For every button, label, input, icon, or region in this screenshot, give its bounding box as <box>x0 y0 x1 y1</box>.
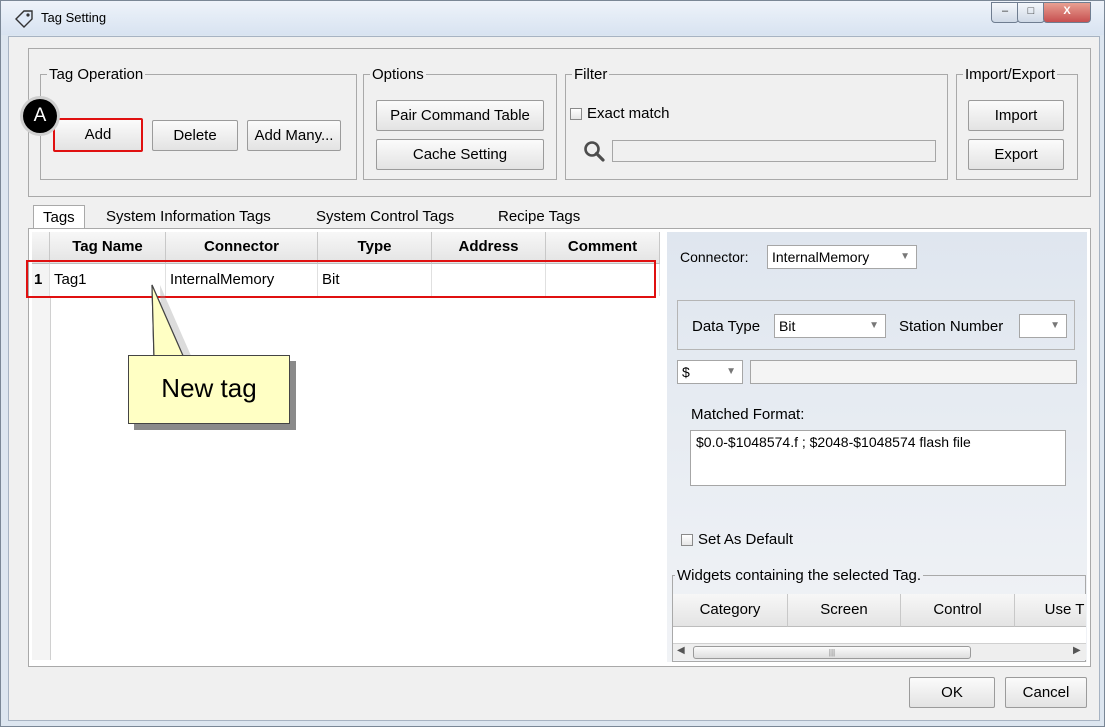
data-type-select[interactable]: Bit ▼ <box>774 314 886 338</box>
window-title: Tag Setting <box>41 10 107 25</box>
ok-button[interactable]: OK <box>909 677 995 708</box>
station-number-select[interactable]: ▼ <box>1019 314 1067 338</box>
search-icon <box>584 141 605 162</box>
exact-match-label: Exact match <box>587 105 670 122</box>
chevron-down-icon: ▼ <box>900 251 910 262</box>
widgets-table-body <box>673 627 1086 643</box>
tag-icon <box>15 10 33 28</box>
matched-format-label: Matched Format: <box>691 406 805 423</box>
address-input[interactable] <box>750 360 1077 384</box>
connector-select[interactable]: InternalMemory ▼ <box>767 245 917 269</box>
import-export-legend: Import/Export <box>965 66 1056 83</box>
widgets-column-control[interactable]: Control <box>901 594 1015 627</box>
tag-operation-legend: Tag Operation <box>49 66 144 83</box>
exact-match-checkbox[interactable] <box>570 108 582 120</box>
pair-command-table-button[interactable]: Pair Command Table <box>376 100 544 131</box>
title-bar[interactable]: Tag Setting – □ X <box>1 1 1104 35</box>
widgets-legend: Widgets containing the selected Tag. <box>677 567 922 584</box>
widgets-horizontal-scrollbar[interactable]: ◀ ||| ▶ <box>673 643 1086 660</box>
add-button[interactable]: Add <box>53 118 143 152</box>
set-as-default-label: Set As Default <box>698 531 794 548</box>
scroll-left-icon[interactable]: ◀ <box>677 645 685 656</box>
row-header-strip <box>32 296 51 660</box>
chevron-down-icon: ▼ <box>726 366 736 377</box>
filter-search-input[interactable] <box>612 140 936 162</box>
filter-legend: Filter <box>574 66 608 83</box>
address-prefix-value: $ <box>682 364 690 380</box>
connector-label: Connector: <box>680 249 749 265</box>
matched-format-text: $0.0-$1048574.f ; $2048-$1048574 flash f… <box>690 430 1066 486</box>
minimize-button[interactable]: – <box>991 2 1019 23</box>
import-button[interactable]: Import <box>968 100 1064 131</box>
connector-select-value: InternalMemory <box>772 249 870 265</box>
step-badge: A <box>23 99 57 133</box>
export-button[interactable]: Export <box>968 139 1064 170</box>
tab-tags[interactable]: Tags <box>33 205 85 229</box>
widgets-column-category[interactable]: Category <box>673 594 788 627</box>
new-tag-callout: New tag <box>128 355 290 424</box>
filter-group: Filter <box>565 66 948 180</box>
scroll-thumb[interactable]: ||| <box>693 646 971 659</box>
widgets-column-screen[interactable]: Screen <box>788 594 901 627</box>
station-number-label: Station Number <box>899 318 1004 335</box>
data-type-label: Data Type <box>692 318 761 335</box>
tab-system-information-tags[interactable]: System Information Tags <box>106 205 271 229</box>
add-many-button[interactable]: Add Many... <box>247 120 341 151</box>
delete-button[interactable]: Delete <box>152 120 238 151</box>
cache-setting-button[interactable]: Cache Setting <box>376 139 544 170</box>
chevron-down-icon: ▼ <box>869 320 879 331</box>
address-prefix-select[interactable]: $ ▼ <box>677 360 743 384</box>
maximize-button[interactable]: □ <box>1017 2 1045 23</box>
cancel-button[interactable]: Cancel <box>1005 677 1087 708</box>
options-legend: Options <box>372 66 424 83</box>
set-as-default-checkbox[interactable] <box>681 534 693 546</box>
tab-system-control-tags[interactable]: System Control Tags <box>316 205 454 229</box>
data-type-select-value: Bit <box>779 318 796 334</box>
close-button[interactable]: X <box>1043 2 1091 23</box>
chevron-down-icon: ▼ <box>1050 320 1060 331</box>
callout-pointer <box>151 284 192 359</box>
widgets-table-header: Category Screen Control Use T <box>673 594 1086 627</box>
tab-recipe-tags[interactable]: Recipe Tags <box>498 205 580 229</box>
scroll-right-icon[interactable]: ▶ <box>1073 645 1081 656</box>
widgets-column-use[interactable]: Use T <box>1015 594 1086 627</box>
new-row-highlight <box>26 260 656 298</box>
